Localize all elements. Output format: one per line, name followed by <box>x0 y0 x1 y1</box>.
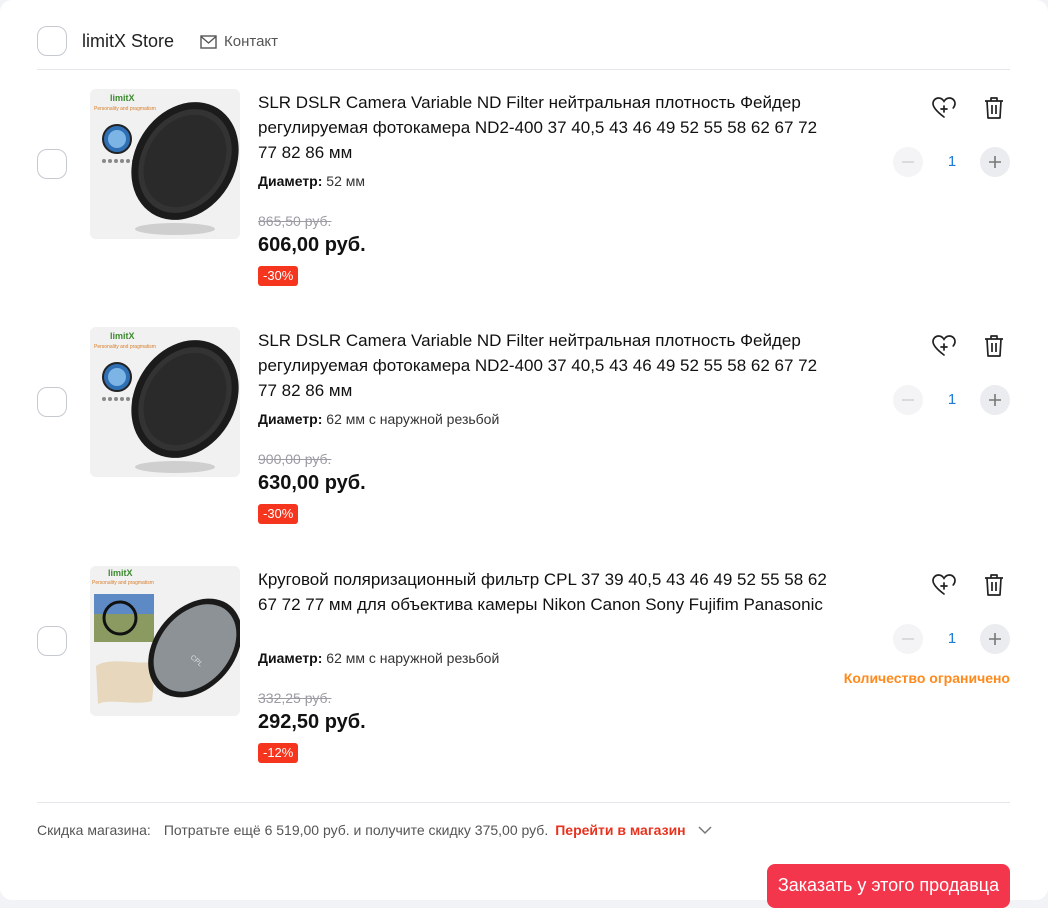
product-spec: Диаметр: 62 мм с наружной резьбой <box>258 650 499 666</box>
product-spec: Диаметр: 52 мм <box>258 173 365 189</box>
minus-icon <box>902 399 914 401</box>
spec-value: 52 мм <box>326 173 366 189</box>
quantity-value[interactable]: 1 <box>937 630 967 647</box>
decrease-quantity-button[interactable] <box>893 385 923 415</box>
mail-icon <box>200 34 217 49</box>
spec-label: Диаметр: <box>258 173 323 189</box>
increase-quantity-button[interactable] <box>980 624 1010 654</box>
header-divider <box>37 69 1010 70</box>
discount-badge: -12% <box>258 743 299 763</box>
discount-badge: -30% <box>258 504 299 524</box>
product-image[interactable]: limitX Personality and pragmatism CPL <box>90 566 240 716</box>
footer-divider <box>37 802 1010 803</box>
nd-filter-image: limitX Personality and pragmatism <box>90 89 240 239</box>
store-cart-card: limitX Store Контакт limitX Personality … <box>0 0 1048 908</box>
product-title[interactable]: Круговой поляризационный фильтр CPL 37 3… <box>258 567 838 617</box>
contact-link[interactable]: Контакт <box>200 33 278 50</box>
go-to-store-link[interactable]: Перейти в магазин <box>555 822 685 838</box>
thumb-tagline: Personality and pragmatism <box>94 344 156 350</box>
store-discount-text: Потратьте ещё 6 519,00 руб. и получите с… <box>163 822 549 838</box>
product-image[interactable]: limitX Personality and pragmatism <box>90 89 240 239</box>
product-title[interactable]: SLR DSLR Camera Variable ND Filter нейтр… <box>258 90 838 165</box>
add-to-wishlist-button[interactable] <box>929 331 959 361</box>
nd-filter-image: limitX Personality and pragmatism <box>90 327 240 477</box>
old-price: 900,00 руб. <box>258 451 332 467</box>
plus-icon <box>989 156 1001 168</box>
spec-value: 62 мм с наружной резьбой <box>326 411 500 427</box>
spec-value: 62 мм с наружной резьбой <box>326 650 500 666</box>
increase-quantity-button[interactable] <box>980 147 1010 177</box>
discount-badge: -30% <box>258 266 299 286</box>
cart-item: limitX Personality and pragmatism CPL Кр… <box>0 566 1048 796</box>
limited-quantity-note: Количество ограничено <box>843 670 1010 686</box>
trash-icon <box>985 97 1003 119</box>
quantity-value[interactable]: 1 <box>937 391 967 408</box>
old-price: 332,25 руб. <box>258 690 332 706</box>
delete-item-button[interactable] <box>979 93 1009 123</box>
product-spec: Диаметр: 62 мм с наружной резьбой <box>258 411 499 427</box>
store-name[interactable]: limitX Store <box>82 31 174 52</box>
heart-plus-icon <box>932 574 956 595</box>
trash-icon <box>985 574 1003 596</box>
current-price: 630,00 руб. <box>258 472 366 494</box>
current-price: 606,00 руб. <box>258 234 366 256</box>
product-image[interactable]: limitX Personality and pragmatism <box>90 327 240 477</box>
cart-item: limitX Personality and pragmatism SLR DS… <box>0 89 1048 319</box>
increase-quantity-button[interactable] <box>980 385 1010 415</box>
decrease-quantity-button[interactable] <box>893 147 923 177</box>
product-title[interactable]: SLR DSLR Camera Variable ND Filter нейтр… <box>258 328 838 403</box>
quantity-value[interactable]: 1 <box>937 153 967 170</box>
store-discount-label: Скидка магазина: <box>37 822 151 838</box>
thumb-brand: limitX <box>110 93 135 103</box>
spec-label: Диаметр: <box>258 411 323 427</box>
contact-label: Контакт <box>224 33 279 50</box>
old-price: 865,50 руб. <box>258 213 332 229</box>
cpl-filter-image: limitX Personality and pragmatism CPL <box>90 566 240 716</box>
select-item-checkbox[interactable] <box>37 387 67 417</box>
plus-icon <box>989 394 1001 406</box>
decrease-quantity-button[interactable] <box>893 624 923 654</box>
add-to-wishlist-button[interactable] <box>929 93 959 123</box>
chevron-down-icon[interactable] <box>698 825 712 835</box>
minus-icon <box>902 638 914 640</box>
heart-plus-icon <box>932 335 956 356</box>
thumb-brand: limitX <box>110 331 135 341</box>
order-from-seller-button[interactable]: Заказать у этого продавца <box>767 864 1010 908</box>
thumb-tagline: Personality and pragmatism <box>92 580 154 586</box>
thumb-tagline: Personality and pragmatism <box>94 106 156 112</box>
select-item-checkbox[interactable] <box>37 149 67 179</box>
select-item-checkbox[interactable] <box>37 626 67 656</box>
store-discount-row: Скидка магазина: Потратьте ещё 6 519,00 … <box>37 822 712 838</box>
plus-icon <box>989 633 1001 645</box>
add-to-wishlist-button[interactable] <box>929 570 959 600</box>
spec-label: Диаметр: <box>258 650 323 666</box>
delete-item-button[interactable] <box>979 570 1009 600</box>
minus-icon <box>902 161 914 163</box>
delete-item-button[interactable] <box>979 331 1009 361</box>
current-price: 292,50 руб. <box>258 711 366 733</box>
heart-plus-icon <box>932 97 956 118</box>
cart-item: limitX Personality and pragmatism SLR DS… <box>0 327 1048 557</box>
select-store-checkbox[interactable] <box>37 26 67 56</box>
trash-icon <box>985 335 1003 357</box>
thumb-brand: limitX <box>108 568 133 578</box>
